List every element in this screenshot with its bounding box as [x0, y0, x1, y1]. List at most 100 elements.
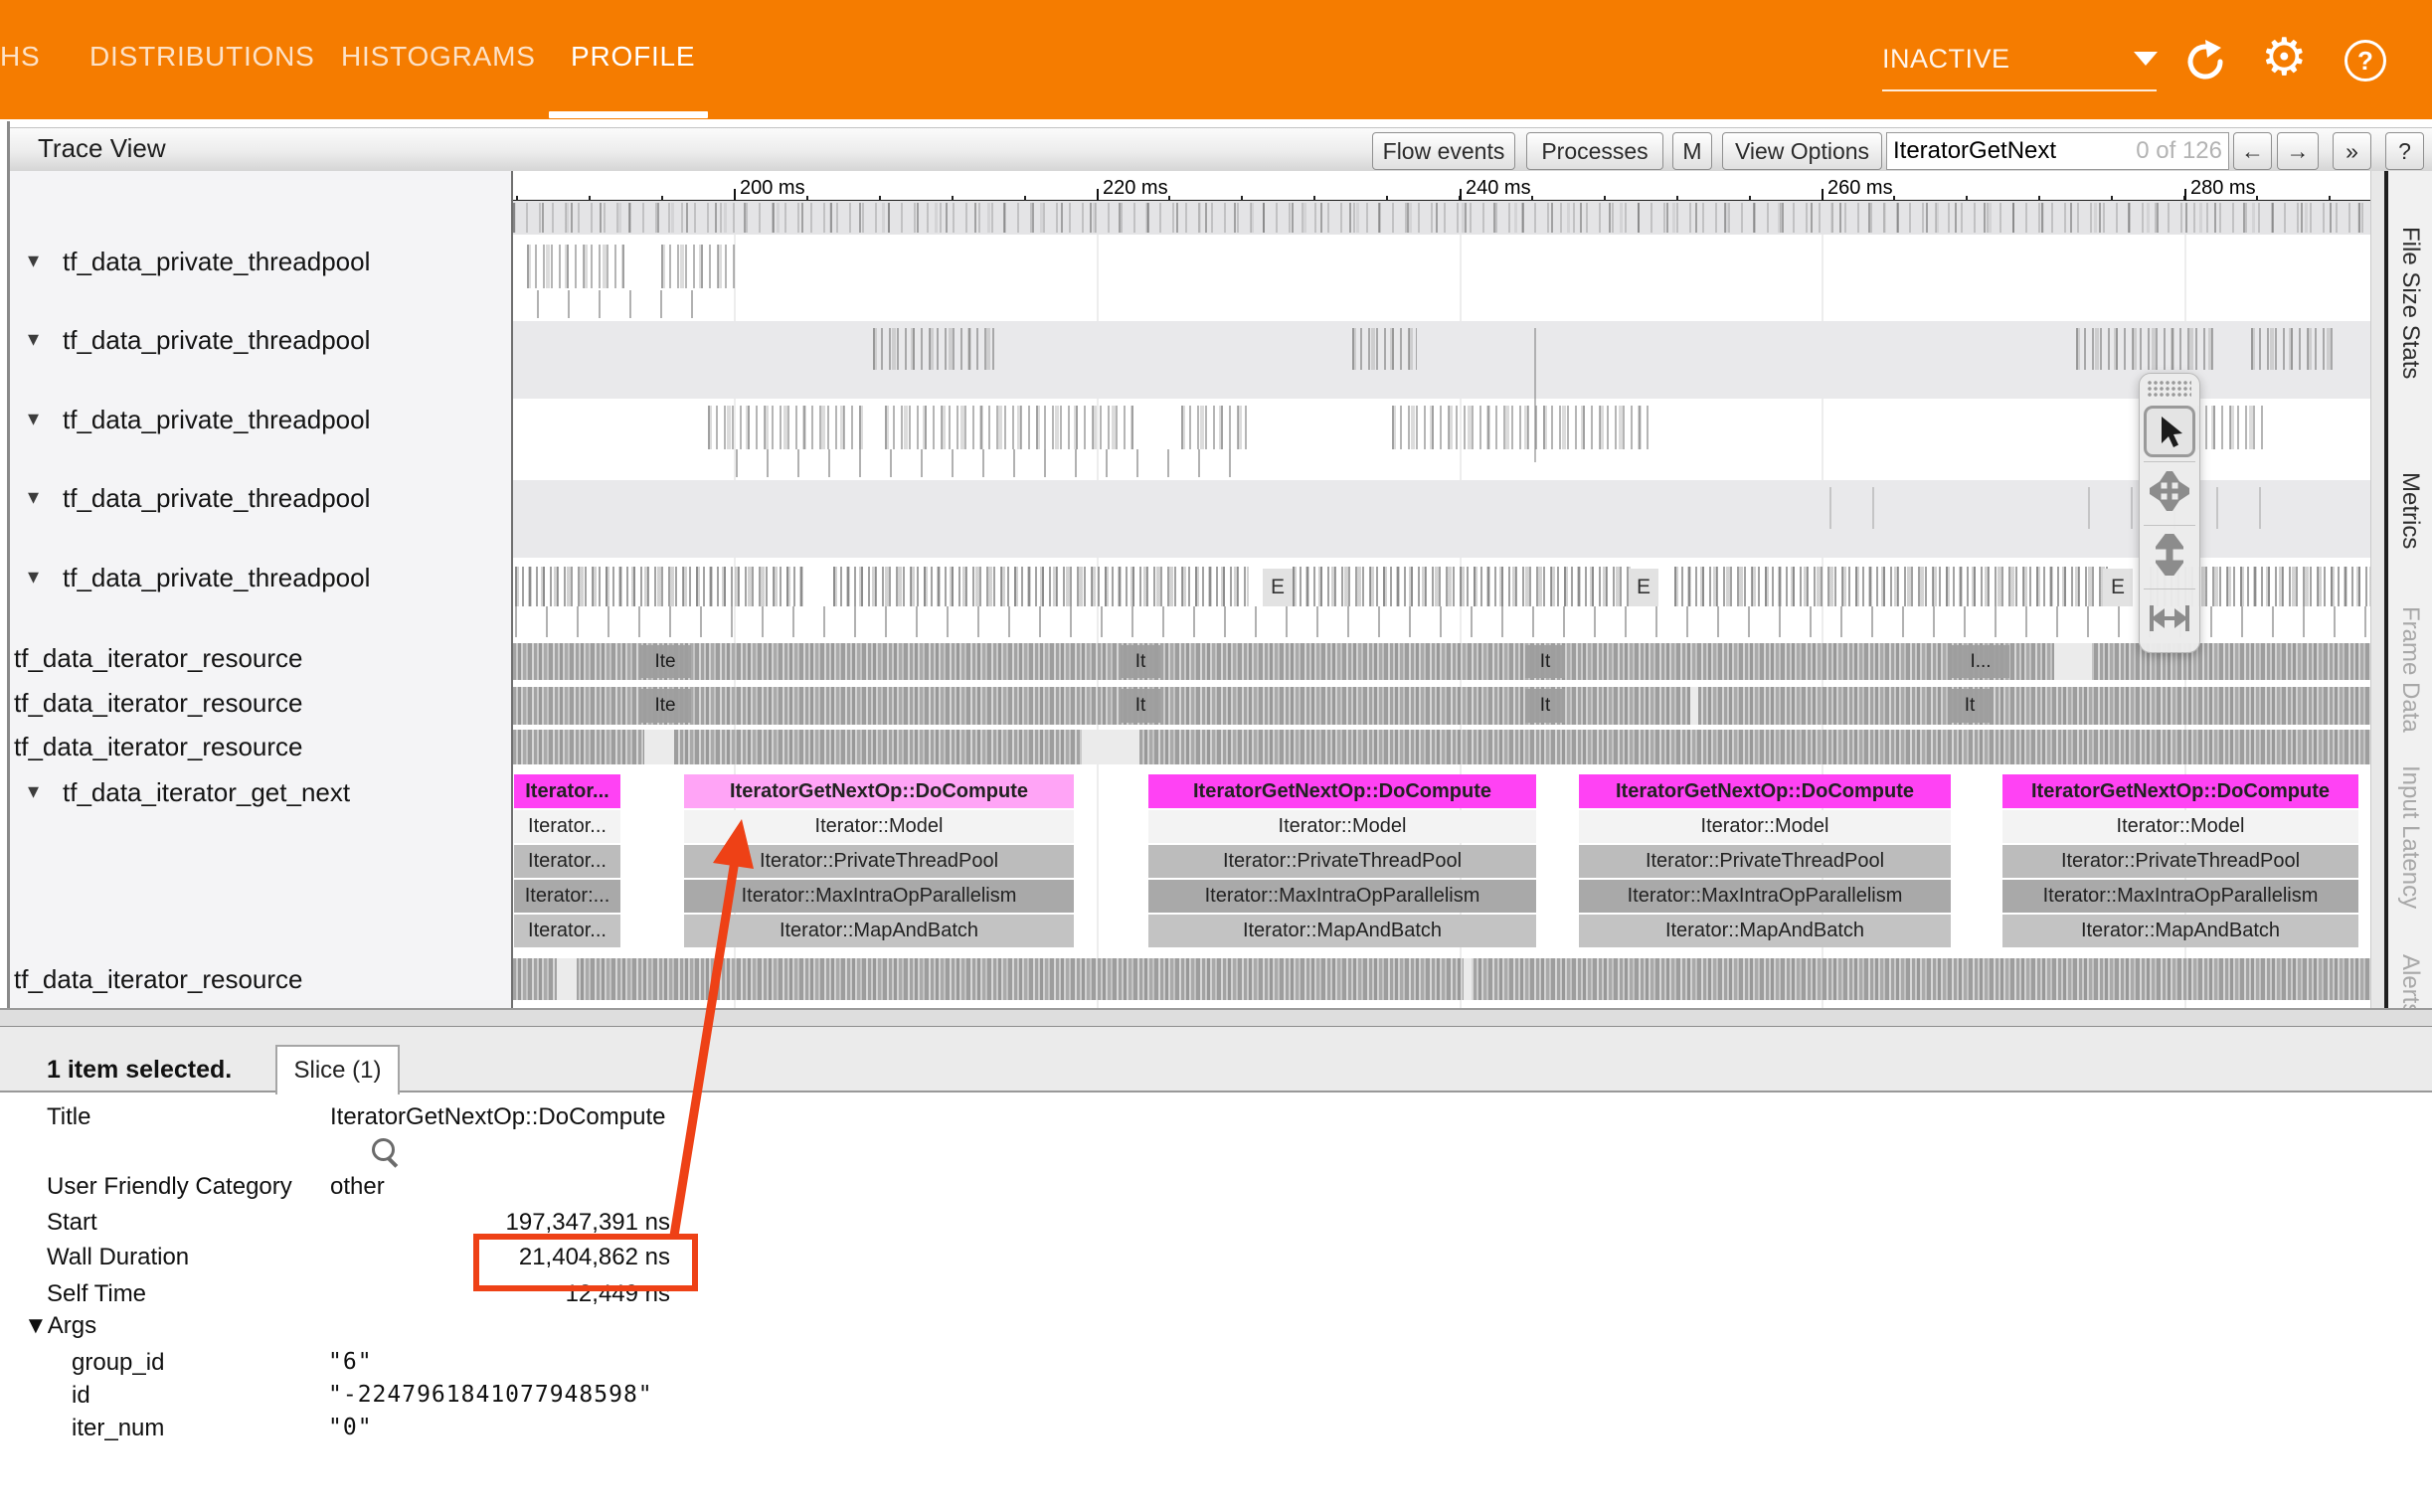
track-label: tf_data_iterator_resource	[14, 688, 303, 719]
track-label-row[interactable]: tf_data_iterator_resource	[10, 730, 512, 765]
slice-child[interactable]: Iterator...	[514, 845, 620, 878]
track-label-row[interactable]: tf_data_iterator_resource	[10, 962, 512, 998]
side-tab-alerts[interactable]: Alerts	[2396, 954, 2424, 1008]
track-label-row[interactable]: ▾tf_data_private_threadpool	[10, 403, 512, 438]
slice-child[interactable]: Iterator::Model	[2002, 810, 2358, 843]
resource-slice-label[interactable]: It	[1121, 645, 1160, 678]
slice-child[interactable]: Iterator::MapAndBatch	[1148, 915, 1536, 947]
collapse-arrow-icon[interactable]: ▾	[28, 778, 39, 804]
slice-child[interactable]: Iterator::MapAndBatch	[684, 915, 1074, 947]
side-tab-frame-data[interactable]: Frame Data	[2396, 606, 2424, 733]
zoom-tool-button[interactable]	[2144, 529, 2195, 581]
slice-child[interactable]: Iterator::PrivateThreadPool	[1148, 845, 1536, 878]
event-marker[interactable]: E	[1263, 569, 1293, 606]
side-tab-input-latency[interactable]: Input Latency	[2396, 765, 2424, 909]
collapse-arrow-icon[interactable]: ▾	[28, 248, 39, 273]
panel-splitter[interactable]	[0, 1008, 2432, 1029]
tab-histograms[interactable]: HISTOGRAMS	[341, 0, 536, 113]
track-label-row[interactable]: ▾tf_data_private_threadpool	[10, 245, 512, 280]
selection-tool-button[interactable]	[2144, 406, 2195, 457]
timeline-track-area[interactable]: 200 ms220 ms240 ms260 ms280 ms E E E Ite It It…	[513, 171, 2370, 1008]
slice-child[interactable]: Iterator::PrivateThreadPool	[684, 845, 1074, 878]
active-tab-underline	[549, 111, 708, 118]
resource-slice-label[interactable]: It	[1525, 645, 1565, 678]
detail-field-label: Wall Duration	[47, 1244, 189, 1271]
args-section-header[interactable]: ▼Args	[24, 1312, 96, 1340]
slice-child[interactable]: Iterator::MapAndBatch	[1579, 915, 1951, 947]
tick-cluster	[1293, 567, 1631, 606]
resource-slice-band[interactable]	[513, 958, 2370, 1000]
palette-separator	[2144, 461, 2195, 462]
slice-child[interactable]: Iterator::PrivateThreadPool	[1579, 845, 1951, 878]
tab-distributions[interactable]: DISTRIBUTIONS	[89, 0, 315, 113]
track-label-row[interactable]: tf_data_iterator_resource	[10, 641, 512, 677]
resource-slice-label[interactable]: It	[1121, 689, 1160, 723]
vertical-scrollbar[interactable]	[2370, 171, 2385, 1008]
view-options-button[interactable]: View Options	[1722, 132, 1882, 170]
tab-graphs-partial[interactable]: HS	[0, 0, 41, 113]
event-marker[interactable]: E	[2103, 569, 2133, 606]
track-label-row[interactable]: ▾ tf_data_iterator_get_next	[10, 775, 512, 811]
resource-slice-band[interactable]	[513, 687, 2370, 725]
slice-child[interactable]: Iterator::MapAndBatch	[2002, 915, 2358, 947]
slice-iterator-get-next[interactable]: IteratorGetNextOp::DoCompute	[2002, 774, 2358, 808]
search-input[interactable]: IteratorGetNext 0 of 126	[1886, 132, 2229, 170]
resource-slice-label[interactable]: It	[1525, 689, 1565, 723]
track-label: tf_data_iterator_get_next	[63, 777, 350, 808]
side-tab-metrics[interactable]: Metrics	[2396, 472, 2424, 549]
refresh-icon[interactable]	[2181, 38, 2229, 85]
tab-profile[interactable]: PROFILE	[571, 0, 695, 113]
slice-child[interactable]: Iterator::PrivateThreadPool	[2002, 845, 2358, 878]
slice-child[interactable]: Iterator::Model	[1148, 810, 1536, 843]
palette-drag-handle[interactable]	[2148, 381, 2191, 399]
detail-field-value: other	[330, 1173, 385, 1201]
slice-iterator-get-next[interactable]: Iterator...	[514, 774, 620, 808]
event-marker[interactable]: E	[1629, 569, 1658, 606]
find-prev-button[interactable]: ←	[2233, 132, 2272, 170]
slice-child[interactable]: Iterator::MaxIntraOpParallelism	[1579, 880, 1951, 913]
resource-slice-band[interactable]	[513, 730, 2370, 764]
collapse-arrow-icon[interactable]: ▾	[28, 564, 39, 589]
slice-child[interactable]: Iterator:...	[514, 880, 620, 913]
collapse-arrow-icon[interactable]: ▾	[28, 326, 39, 352]
slice-child[interactable]: Iterator::MaxIntraOpParallelism	[684, 880, 1074, 913]
resource-slice-label[interactable]: It	[1950, 689, 1990, 723]
gear-icon[interactable]: ⚙	[2261, 36, 2308, 80]
collapse-arrow-icon[interactable]: ▾	[28, 484, 39, 510]
slice-child[interactable]: Iterator::MaxIntraOpParallelism	[2002, 880, 2358, 913]
run-selector[interactable]: INACTIVE	[1882, 44, 2010, 75]
slice-child[interactable]: Iterator::Model	[684, 810, 1074, 843]
expand-button[interactable]: »	[2333, 132, 2371, 170]
slice-iterator-get-next[interactable]: IteratorGetNextOp::DoCompute	[1579, 774, 1951, 808]
resource-slice-label[interactable]: Ite	[639, 689, 691, 723]
slice-child[interactable]: Iterator...	[514, 915, 620, 947]
slice-child[interactable]: Iterator::Model	[1579, 810, 1951, 843]
find-next-button[interactable]: →	[2277, 132, 2319, 170]
tick-cluster	[537, 290, 716, 318]
tick-cluster	[1674, 567, 2108, 606]
track-label-row[interactable]: tf_data_iterator_resource	[10, 686, 512, 722]
metadata-button[interactable]: M	[1672, 132, 1712, 170]
timing-tool-button[interactable]	[2144, 592, 2195, 644]
track-label-row[interactable]: ▾tf_data_private_threadpool	[10, 481, 512, 517]
help-icon[interactable]: ?	[2345, 40, 2386, 82]
slice-child[interactable]: Iterator...	[514, 810, 620, 843]
timeline-ruler[interactable]: 200 ms220 ms240 ms260 ms280 ms	[513, 174, 2370, 202]
processes-button[interactable]: Processes	[1526, 132, 1663, 170]
slice-iterator-get-next[interactable]: IteratorGetNextOp::DoCompute	[1148, 774, 1536, 808]
flow-events-button[interactable]: Flow events	[1372, 132, 1515, 170]
side-tab-file-size-stats[interactable]: File Size Stats	[2396, 227, 2424, 379]
pan-tool-button[interactable]	[2144, 465, 2195, 517]
slice-child[interactable]: Iterator::MaxIntraOpParallelism	[1148, 880, 1536, 913]
hatch-gap	[557, 958, 577, 1000]
help-button[interactable]: ?	[2385, 132, 2424, 170]
chevron-down-icon[interactable]	[2134, 52, 2158, 66]
resource-slice-label[interactable]: I...	[1952, 645, 2009, 678]
slice-iterator-get-next[interactable]: IteratorGetNextOp::DoCompute	[684, 774, 1074, 808]
resource-slice-label[interactable]: Ite	[639, 645, 691, 678]
magnifier-icon[interactable]	[372, 1138, 395, 1161]
track-label-row[interactable]: ▾tf_data_private_threadpool	[10, 323, 512, 359]
collapse-arrow-icon[interactable]: ▾	[28, 406, 39, 431]
tab-slice[interactable]: Slice (1)	[275, 1045, 400, 1094]
track-label-row[interactable]: ▾tf_data_private_threadpool	[10, 561, 512, 596]
